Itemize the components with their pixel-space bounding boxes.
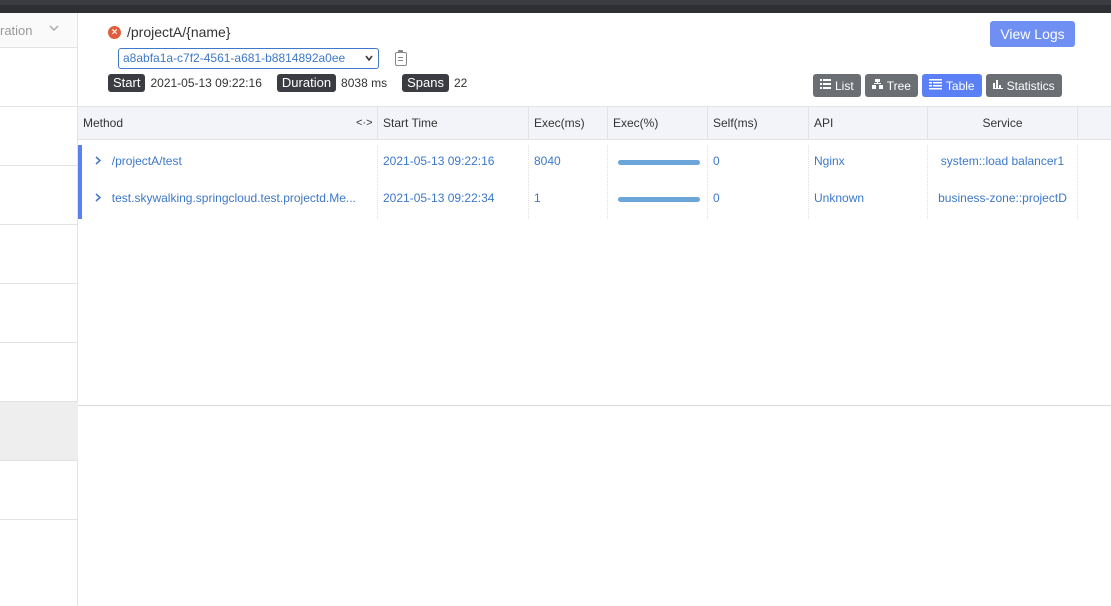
column-api: API [809,107,928,140]
row-exec-ms: 1 [529,182,608,219]
sidebar-filter-select[interactable]: ration [0,13,77,48]
column-exec-ms: Exec(ms) [529,107,608,140]
sidebar-list-item[interactable] [0,225,78,284]
start-value: 2021-05-13 09:22:16 [150,76,262,90]
view-table-button[interactable]: Table [921,74,982,97]
sidebar: ration [0,13,78,606]
column-self-ms: Self(ms) [708,107,809,140]
chevron-right-icon[interactable] [95,193,104,205]
spans-tag: Spans [402,74,449,92]
row-api: Unknown [809,182,928,219]
column-service: Service [928,107,1078,140]
view-statistics-button[interactable]: Statistics [985,74,1062,97]
exec-percent-bar [618,197,700,202]
view-list-label: List [835,78,854,93]
error-icon: × [108,25,121,39]
chevron-right-icon[interactable] [95,156,104,168]
duration-value: 8038 ms [341,76,388,90]
sidebar-list-item[interactable] [0,107,78,166]
sidebar-list-item[interactable] [0,166,78,225]
sidebar-list-item[interactable] [0,520,78,606]
row-self-ms: 0 [708,182,809,219]
row-exec-pct [608,182,708,219]
sidebar-list-item[interactable] [0,49,78,107]
chevron-down-icon [364,49,374,75]
row-exec-pct [608,145,708,182]
chevron-down-icon [48,22,60,34]
row-api: Nginx [809,145,928,182]
row-self-ms: 0 [708,145,809,182]
view-tree-label: Tree [886,78,911,93]
sidebar-filter-label: ration [0,23,33,38]
sidebar-list-item[interactable] [0,461,78,520]
view-tree-button[interactable]: Tree [864,74,918,97]
column-method[interactable]: Method <·> [78,107,378,140]
trace-id-select[interactable]: a8abfa1a-c7f2-4561-a681-b8814892a0ee [118,48,379,69]
clipboard-icon[interactable] [395,50,407,66]
row-service: business-zone::projectD [928,182,1078,219]
exec-percent-bar [618,160,700,165]
row-service: system::load balancer1 [928,145,1078,182]
trace-table: Method <·> Start Time Exec(ms) Exec(%) S… [78,106,1111,406]
trace-endpoint-name: /projectA/{name} [127,24,231,40]
column-start-time: Start Time [378,107,529,140]
trace-meta: Start 2021-05-13 09:22:16 Duration 8038 … [108,74,482,92]
view-list-button[interactable]: List [813,74,861,97]
table-icon [928,78,942,93]
window-top-bar [0,0,1111,13]
sidebar-list-item[interactable] [0,284,78,343]
table-header: Method <·> Start Time Exec(ms) Exec(%) S… [78,107,1111,140]
row-start-time: 2021-05-13 09:22:34 [378,182,529,219]
tree-icon [871,79,883,92]
column-resize-icon[interactable]: <·> [356,107,373,140]
start-tag: Start [108,74,146,92]
spans-value: 22 [453,76,468,90]
view-table-label: Table [945,78,975,93]
row-start-time: 2021-05-13 09:22:16 [378,145,529,182]
sidebar-list-item-selected[interactable] [0,402,78,461]
row-method[interactable]: /projectA/test [112,154,182,168]
duration-tag: Duration [276,74,337,92]
statistics-icon [992,79,1003,92]
sidebar-list-item[interactable] [0,343,78,402]
view-mode-switcher: List Tree Table Statistics [813,74,1062,97]
column-exec-pct: Exec(%) [608,107,708,140]
table-row[interactable]: /projectA/test 2021-05-13 09:22:16 8040 … [78,145,1078,182]
view-logs-button[interactable]: View Logs [990,21,1075,47]
view-statistics-label: Statistics [1006,78,1055,93]
row-exec-ms: 8040 [529,145,608,182]
trace-title: × /projectA/{name} [108,24,231,40]
table-row[interactable]: test.skywalking.springcloud.test.project… [78,182,1078,219]
row-method[interactable]: test.skywalking.springcloud.test.project… [112,191,356,205]
list-icon [820,79,831,92]
trace-id-value: a8abfa1a-c7f2-4561-a681-b8814892a0ee [123,51,346,65]
